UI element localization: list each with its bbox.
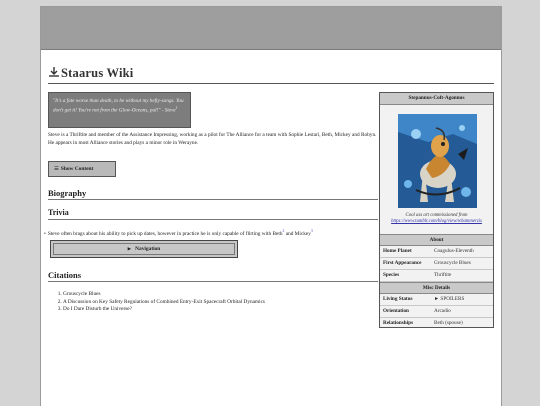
trivia-ref-b[interactable]: 3 [311, 229, 313, 233]
infobox-row-species: Species Thriftite [380, 269, 493, 282]
citation-item: Grouscycle Blues [63, 291, 265, 299]
infobox: Stepannus-Coft-Agonnus Cool ass art comm… [379, 92, 494, 328]
row-value[interactable]: Thriftite [434, 272, 493, 278]
section-heading-trivia: Trivia [48, 208, 69, 217]
row-key: Species [383, 272, 400, 278]
top-bar [41, 7, 501, 50]
wiki-logo-icon [49, 67, 59, 77]
trivia-list-item: • Steve often brags about his ability to … [44, 229, 384, 237]
trivia-text: Steve often brags about his ability to p… [47, 230, 283, 237]
biography-divider [48, 199, 378, 200]
navigation-inner-border [53, 243, 235, 255]
infobox-row-relationships: Relationships Beth (spouse) [380, 317, 493, 329]
row-key: Relationships [383, 320, 413, 326]
list-icon: ☰ [54, 166, 59, 172]
row-key: Orientation [383, 308, 409, 314]
wiki-page: Staarus Wiki "It's a fate worse than dea… [40, 6, 502, 406]
character-image[interactable] [398, 114, 477, 208]
row-value[interactable]: Coagulus-Eleventh [434, 248, 493, 254]
citation-item: Do I Dare Disturb the Universe? [63, 306, 265, 314]
citation-item: A Discussion on Key Safety Regulations o… [63, 299, 265, 307]
navigation-toggle[interactable]: ▶ Navigation [50, 240, 238, 258]
trivia-text-mid: and Mickey [284, 230, 311, 237]
section-heading-biography: Biography [48, 188, 87, 198]
quote-box: "It's a fate worse than death, to be wit… [48, 92, 191, 128]
wiki-title[interactable]: Staarus Wiki [48, 66, 133, 81]
bullet-icon: • [44, 230, 46, 237]
section-heading-citations: Citations [48, 270, 82, 280]
row-key: First Appearance [383, 260, 422, 266]
infobox-title: Stepannus-Coft-Agonnus [380, 93, 493, 105]
row-value[interactable]: Beth (spouse) [434, 320, 493, 326]
caption-link[interactable]: https://www.tumblr.com/blog/view/whammer… [391, 219, 482, 224]
image-caption: Cool ass art commissioned from https://w… [380, 213, 493, 226]
spoilers-toggle[interactable]: ► SPOILERS [434, 296, 493, 302]
trivia-divider [48, 219, 378, 220]
row-value[interactable]: Grouscycle Blues [434, 260, 493, 266]
character-art-icon [398, 114, 477, 208]
title-divider [48, 83, 494, 84]
caption-text: Cool ass art commissioned from [405, 213, 468, 218]
intro-paragraph: Steve is a Thriftite and member of the A… [48, 132, 377, 146]
row-value: Arcadio [434, 308, 451, 314]
quote-ref[interactable]: 1 [176, 106, 178, 110]
citations-divider [48, 281, 378, 282]
quote-text: "It's a fate worse than death, to be wit… [53, 98, 184, 114]
wiki-title-text: Staarus Wiki [61, 66, 134, 80]
citations-list: Grouscycle Blues A Discussion on Key Saf… [63, 291, 265, 314]
show-content-button[interactable]: ☰ Show Content [48, 161, 116, 177]
row-key: Living Status [383, 296, 413, 302]
row-key: Home Planet [383, 248, 412, 254]
show-content-label: Show Content [60, 166, 94, 172]
